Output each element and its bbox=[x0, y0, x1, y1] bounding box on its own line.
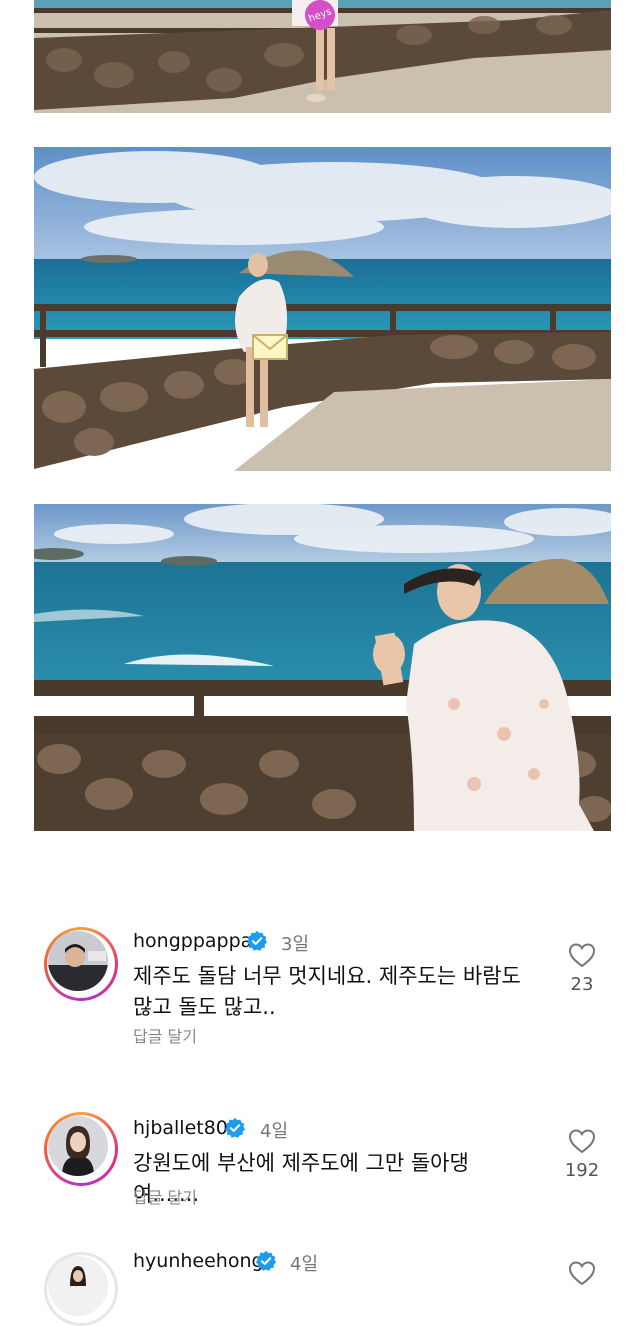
comment-2-reply-button[interactable]: 답글 달기 bbox=[133, 1184, 197, 1208]
verified-badge-icon bbox=[255, 1250, 277, 1271]
heart-icon[interactable] bbox=[568, 1260, 596, 1286]
heart-icon[interactable] bbox=[568, 942, 596, 968]
avatar-woman-dark-icon bbox=[48, 1256, 108, 1316]
heart-icon[interactable] bbox=[568, 1128, 596, 1154]
photo-2-image bbox=[34, 147, 611, 471]
verified-badge-icon bbox=[224, 1117, 246, 1138]
comment-2-avatar[interactable] bbox=[44, 1112, 118, 1186]
comment-1-like-count: 23 bbox=[570, 974, 594, 995]
post-photo-1[interactable]: heys bbox=[34, 0, 611, 113]
comment-2-like-count: 192 bbox=[564, 1160, 600, 1181]
post-photo-2[interactable] bbox=[34, 147, 611, 471]
post-photo-3[interactable] bbox=[34, 504, 611, 831]
comment-3-time: 4일 bbox=[290, 1254, 319, 1275]
comment-2-time: 4일 bbox=[260, 1121, 289, 1142]
comment-1-username[interactable]: hongppappa bbox=[133, 930, 252, 952]
avatar-man-icon bbox=[48, 931, 108, 991]
comment-1-reply-button[interactable]: 답글 달기 bbox=[133, 1023, 197, 1047]
comment-1-avatar[interactable] bbox=[44, 927, 118, 1001]
comment-3-username[interactable]: hyunheehong bbox=[133, 1250, 264, 1272]
comment-1-text-line1: 제주도 돌담 너무 멋지네요. 제주도는 바람도 bbox=[133, 964, 521, 988]
comment-1: hongppappa 3일 제주도 돌담 너무 멋지네요. 제주도는 바람도 많… bbox=[0, 925, 640, 1047]
comment-1-text-line2: 많고 돌도 많고.. bbox=[133, 995, 276, 1019]
comment-2: hjballet80 4일 강원도에 부산에 제주도에 그만 돌아댕여.....… bbox=[0, 1112, 640, 1212]
verified-badge-icon bbox=[246, 930, 268, 951]
comment-1-text: 제주도 돌담 너무 멋지네요. 제주도는 바람도 많고 돌도 많고.. bbox=[133, 961, 533, 1023]
comment-2-username[interactable]: hjballet80 bbox=[133, 1117, 228, 1139]
photo-3-image bbox=[34, 504, 611, 831]
comment-3: hyunheehong 4일 bbox=[0, 1250, 640, 1326]
comment-1-time: 3일 bbox=[281, 934, 310, 955]
avatar-woman-icon bbox=[48, 1116, 108, 1176]
comment-3-avatar[interactable] bbox=[44, 1252, 118, 1326]
sticker-text: heys bbox=[307, 5, 333, 25]
